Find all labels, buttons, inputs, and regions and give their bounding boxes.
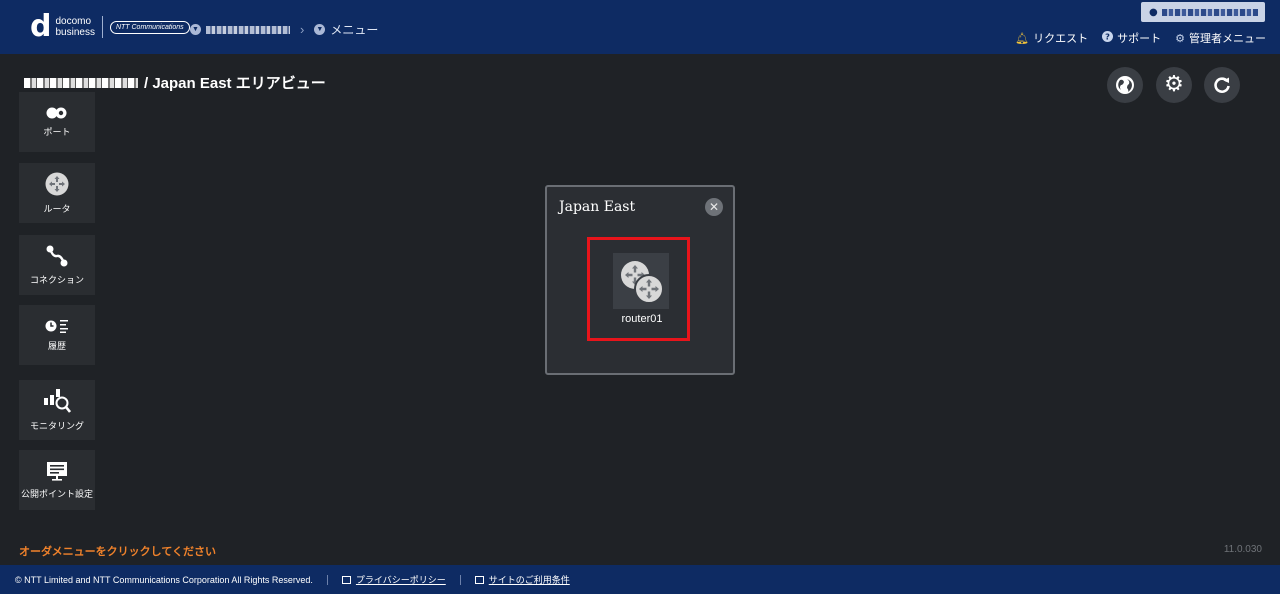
request-label: リクエスト (1033, 33, 1089, 45)
top-header: d docomo business NTT Communications ▼ ›… (0, 0, 1280, 54)
user-icon: ● (1149, 6, 1158, 18)
page-title-text: / Japan East エリアビュー (144, 75, 326, 92)
globe-icon (1116, 76, 1134, 94)
sidebar-item-label: ポート (43, 126, 71, 137)
breadcrumb-menu[interactable]: メニュー (330, 21, 378, 38)
area-panel-title: Japan East (559, 199, 636, 215)
sidebar-item-public-point[interactable]: 公開ポイント設定 (19, 450, 95, 510)
admin-menu-link[interactable]: ⚙ 管理者メニュー (1175, 30, 1266, 46)
external-link-icon (474, 575, 484, 584)
footer-divider (326, 574, 328, 585)
user-name-redacted (1161, 8, 1258, 16)
logo-d: d (30, 9, 52, 44)
terms-of-use-label: サイトのご利用条件 (488, 575, 570, 585)
sidebar-item-label: 公開ポイント設定 (20, 488, 93, 499)
support-link[interactable]: ? サポート (1102, 30, 1161, 46)
breadcrumb: ▼ › ▼ メニュー (190, 21, 378, 38)
sidebar-item-label: コネクション (29, 274, 84, 285)
sidebar-item-history[interactable]: 履歴 (19, 305, 95, 365)
footer: © NTT Limited and NTT Communications Cor… (0, 565, 1280, 594)
chevron-down-icon[interactable]: ▼ (190, 24, 201, 35)
docomo-business-logo[interactable]: d docomo business NTT Communications (30, 9, 190, 44)
bell-icon: 🔔︎ (1015, 32, 1030, 45)
page-title: / Japan East エリアビュー (24, 72, 326, 93)
router-icon (45, 172, 69, 195)
monitoring-icon (44, 388, 71, 413)
logo-line-2: business (55, 27, 95, 38)
privacy-policy-link[interactable]: プライバシーポリシー (341, 573, 446, 586)
terms-of-use-link[interactable]: サイトのご利用条件 (474, 573, 570, 586)
support-label: サポート (1117, 33, 1162, 45)
refresh-icon (1214, 77, 1230, 93)
chevron-down-icon[interactable]: ▼ (314, 24, 326, 35)
version-label: 11.0.030 (1223, 544, 1262, 555)
sidebar-item-router[interactable]: ルータ (19, 163, 95, 223)
sidebar-item-port[interactable]: ポート (19, 92, 95, 152)
chevron-right-icon: › (300, 22, 305, 37)
breadcrumb-tenant-redacted[interactable] (206, 25, 290, 34)
sidebar-item-label: モニタリング (29, 420, 84, 431)
close-icon[interactable]: ✕ (705, 198, 723, 216)
svg-text:?: ? (1105, 31, 1110, 41)
refresh-button[interactable] (1204, 67, 1240, 103)
order-menu-hint: オーダメニューをクリックしてください (19, 546, 217, 558)
privacy-policy-label: プライバシーポリシー (355, 575, 446, 585)
help-icon: ? (1102, 31, 1114, 45)
user-account-box[interactable]: ● (1141, 2, 1265, 22)
gear-icon: ⚙ (1175, 32, 1185, 45)
copyright-text: © NTT Limited and NTT Communications Cor… (15, 574, 313, 585)
sidebar-item-monitoring[interactable]: モニタリング (19, 380, 95, 440)
router-selection-highlight (587, 237, 690, 341)
admin-menu-label: 管理者メニュー (1189, 33, 1266, 45)
gear-icon: ⚙ (1164, 72, 1184, 97)
logo-line-1: docomo (55, 16, 92, 27)
request-link[interactable]: 🔔︎ リクエスト (1015, 30, 1088, 46)
history-icon (45, 319, 68, 333)
sidebar-item-connection[interactable]: コネクション (19, 235, 95, 295)
footer-divider (459, 574, 461, 585)
globe-button[interactable] (1107, 67, 1143, 103)
header-links: 🔔︎ リクエスト ? サポート ⚙ 管理者メニュー (1001, 30, 1266, 46)
sidebar-item-label: 履歴 (47, 340, 66, 351)
ntt-communications-logo: NTT Communications (109, 20, 190, 34)
connection-icon (46, 245, 68, 266)
logo-divider (101, 16, 103, 38)
public-point-icon (47, 461, 67, 481)
tenant-name-redacted (24, 77, 138, 88)
external-link-icon (341, 575, 351, 584)
settings-button[interactable]: ⚙ (1156, 67, 1192, 103)
sidebar-item-label: ルータ (43, 203, 71, 214)
port-icon (46, 107, 67, 118)
